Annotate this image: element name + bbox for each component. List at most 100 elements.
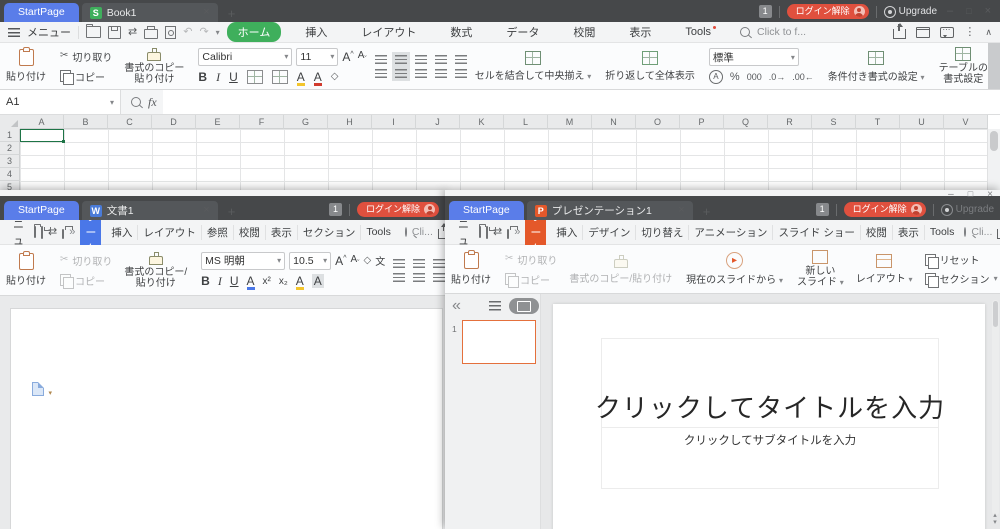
subscript-button[interactable]: x₂ bbox=[279, 276, 288, 287]
highlight-color-button[interactable]: A bbox=[297, 70, 305, 84]
grid-cells[interactable] bbox=[20, 129, 988, 198]
logout-button[interactable]: ログイン解除 bbox=[787, 4, 869, 19]
stage-scroll-arrows[interactable]: ▴▾ bbox=[991, 512, 999, 527]
font-size-select[interactable]: 10.5 bbox=[289, 252, 331, 270]
spreadsheet-startpage-tab[interactable]: StartPage bbox=[4, 3, 79, 22]
highlight-color-button[interactable]: A bbox=[296, 274, 304, 288]
new-tab-button[interactable] bbox=[703, 205, 711, 218]
column-header[interactable]: G bbox=[284, 115, 328, 129]
cut-button[interactable]: 切り取り bbox=[60, 49, 112, 64]
format-painter-button[interactable]: 書式のコピー/貼り付け bbox=[563, 245, 678, 293]
menu-item[interactable]: 校閲 bbox=[861, 225, 893, 240]
align-left-button[interactable] bbox=[393, 273, 405, 282]
hamburger-menu-icon[interactable] bbox=[8, 28, 20, 37]
column-header[interactable]: H bbox=[328, 115, 372, 129]
collapse-panel-icon[interactable] bbox=[452, 298, 461, 314]
menu-item[interactable]: デザイン bbox=[583, 225, 636, 240]
embedded-document-icon[interactable] bbox=[32, 382, 44, 396]
menu-item[interactable]: 数式 bbox=[433, 24, 489, 40]
close-button[interactable] bbox=[984, 190, 996, 200]
export-icon[interactable] bbox=[128, 27, 137, 38]
underline-button[interactable]: U bbox=[230, 274, 239, 288]
row-header[interactable]: 2 bbox=[0, 142, 20, 155]
new-tab-button[interactable] bbox=[228, 205, 236, 218]
menu-item[interactable]: アニメーション bbox=[689, 225, 773, 240]
fx-icon[interactable]: fx bbox=[148, 95, 157, 110]
name-box[interactable]: A1 bbox=[0, 90, 121, 114]
print-icon[interactable] bbox=[507, 229, 509, 239]
table-format-button[interactable]: テーブルの書式設定 bbox=[933, 43, 994, 89]
paste-button[interactable]: 貼り付け bbox=[0, 43, 52, 89]
paste-button[interactable]: 貼り付け bbox=[445, 245, 497, 293]
menu-button[interactable]: メニュー bbox=[27, 24, 71, 40]
copy-button[interactable]: コピー bbox=[505, 272, 557, 287]
indent-decrease-button[interactable] bbox=[433, 259, 445, 268]
column-header[interactable]: N bbox=[592, 115, 636, 129]
formula-input[interactable] bbox=[163, 90, 1000, 114]
grid-scrollbar[interactable] bbox=[987, 129, 1000, 198]
open-file-icon[interactable] bbox=[479, 226, 481, 238]
column-header[interactable]: E bbox=[196, 115, 240, 129]
quick-access-dropdown-icon[interactable] bbox=[216, 27, 220, 38]
new-slide-button[interactable]: 新しいスライド bbox=[791, 245, 850, 293]
fill-color-button[interactable] bbox=[272, 70, 288, 84]
italic-button[interactable]: I bbox=[218, 274, 222, 289]
column-header[interactable]: M bbox=[548, 115, 592, 129]
logout-button[interactable]: ログイン解除 bbox=[844, 202, 926, 217]
reset-button[interactable]: リセット bbox=[925, 252, 998, 267]
section-button[interactable]: セクション bbox=[925, 271, 998, 286]
save-icon[interactable] bbox=[41, 226, 43, 239]
save-icon[interactable] bbox=[108, 26, 121, 39]
cut-button[interactable]: 切り取り bbox=[505, 252, 557, 267]
ribbon-scroll-strip[interactable] bbox=[988, 43, 1000, 89]
menu-item[interactable]: 表示 bbox=[612, 24, 668, 40]
tab-home[interactable]: ホーム bbox=[227, 22, 282, 42]
slide-canvas[interactable]: クリックしてタイトルを入力 クリックしてサブタイトルを入力 bbox=[553, 304, 985, 529]
column-header[interactable]: C bbox=[108, 115, 152, 129]
presentation-startpage-tab[interactable]: StartPage bbox=[449, 201, 524, 220]
maximize-button[interactable] bbox=[963, 6, 974, 17]
increase-decimal-button[interactable]: .0→ bbox=[769, 72, 786, 82]
menu-item[interactable]: データ bbox=[489, 24, 556, 40]
menu-item[interactable]: 表示 bbox=[893, 225, 925, 240]
indent-increase-button[interactable] bbox=[455, 55, 467, 64]
menu-item[interactable]: 表示 bbox=[266, 225, 298, 240]
open-file-icon[interactable] bbox=[86, 26, 101, 38]
open-file-icon[interactable] bbox=[34, 226, 36, 238]
cut-button[interactable]: 切り取り bbox=[60, 253, 112, 268]
bold-button[interactable]: B bbox=[201, 274, 210, 288]
title-placeholder[interactable]: クリックしてタイトルを入力 bbox=[601, 338, 939, 428]
grow-font-button[interactable]: A^ bbox=[335, 254, 346, 268]
slide-view-toggle[interactable] bbox=[509, 298, 539, 314]
menu-item[interactable]: 挿入 bbox=[106, 225, 138, 240]
writer-startpage-tab[interactable]: StartPage bbox=[4, 201, 79, 220]
slide-thumbnail[interactable] bbox=[462, 320, 536, 364]
spreadsheet-document-tab[interactable]: S Book1 bbox=[82, 3, 218, 22]
print-icon[interactable] bbox=[62, 229, 64, 239]
writer-document-tab[interactable]: W 文書1 bbox=[82, 201, 218, 220]
close-tab-icon[interactable] bbox=[678, 205, 684, 216]
menu-item[interactable]: 校閲 bbox=[234, 225, 266, 240]
logout-button[interactable]: ログイン解除 bbox=[357, 202, 439, 217]
column-header[interactable]: A bbox=[20, 115, 64, 129]
row-header[interactable]: 1 bbox=[0, 129, 20, 142]
format-painter-button[interactable]: 書式のコピー貼り付け bbox=[118, 43, 190, 89]
column-header[interactable]: I bbox=[372, 115, 416, 129]
number-format-select[interactable]: 標準 bbox=[709, 48, 799, 66]
column-header[interactable]: R bbox=[768, 115, 812, 129]
print-preview-icon[interactable] bbox=[165, 26, 176, 39]
bold-button[interactable]: B bbox=[198, 70, 207, 84]
menu-item[interactable]: 参照 bbox=[202, 225, 234, 240]
indent-decrease-button[interactable] bbox=[435, 55, 447, 64]
paste-button[interactable]: 貼り付け bbox=[0, 245, 52, 295]
align-right-button[interactable] bbox=[433, 273, 445, 282]
undo-icon[interactable] bbox=[183, 27, 192, 38]
borders-button[interactable] bbox=[247, 70, 263, 84]
notification-badge[interactable]: 1 bbox=[329, 203, 342, 216]
clear-format-button[interactable] bbox=[331, 72, 339, 82]
subtitle-placeholder[interactable]: クリックしてサブタイトルを入力 bbox=[601, 427, 939, 489]
menu-item[interactable]: 切り替え bbox=[636, 225, 689, 240]
font-color-button[interactable]: A bbox=[314, 70, 322, 84]
column-header[interactable]: L bbox=[504, 115, 548, 129]
phonetic-guide-button[interactable]: 文 bbox=[375, 253, 385, 268]
